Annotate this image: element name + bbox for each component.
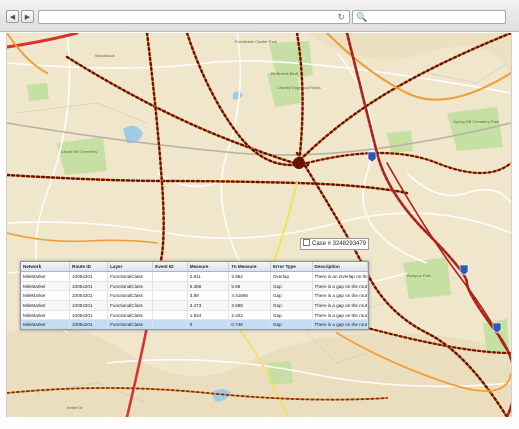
table-cell: 2.911: [187, 271, 230, 282]
water-body: [233, 91, 243, 100]
table-cell: FunctionalClass: [107, 281, 154, 292]
table-row[interactable]: MileMarker 10054201 FunctionalClass 3.473 3.…: [21, 300, 368, 311]
table-cell: MileMarker: [21, 300, 70, 311]
table-cell: Gap: [270, 290, 313, 302]
table-cell: 3.473: [187, 300, 230, 311]
address-bar[interactable]: ↻: [38, 10, 350, 24]
park-area: [387, 131, 413, 153]
table-cell: FunctionalClass: [107, 310, 154, 321]
search-icon: 🔍: [356, 12, 368, 22]
table-cell: [152, 300, 188, 311]
map-label: Bluffcreek Bluff: [271, 71, 298, 76]
table-cell: FunctionalClass: [107, 271, 154, 282]
table-cell: MileMarker: [21, 281, 70, 292]
table-cell: Gap: [270, 281, 313, 292]
column-header[interactable]: To Measure: [228, 262, 271, 272]
table-cell: 5.388: [187, 281, 230, 292]
table-cell: 10054201: [69, 319, 109, 329]
map-label: Forestdale Cluster Park: [235, 39, 278, 44]
table-row[interactable]: MileMarker 10054201 FunctionalClass 0 0.746 G…: [21, 319, 368, 329]
errors-table-panel: Network Route ID Layer Event ID Measure …: [20, 261, 369, 330]
table-cell: MileMarker: [21, 310, 70, 321]
column-header[interactable]: Error Type: [270, 262, 313, 272]
table-cell: [152, 310, 188, 321]
table-cell: 3.688: [228, 300, 271, 311]
table-cell: There is a gap on the route fo: [312, 310, 368, 321]
park-area: [57, 137, 107, 175]
table-cell: Gap: [270, 300, 313, 311]
table-cell: 10054201: [69, 300, 109, 311]
table-cell: There is an Overlap on the rou: [312, 271, 368, 282]
search-input[interactable]: 🔍: [352, 10, 506, 24]
table-row[interactable]: MileMarker 10054201 FunctionalClass 3.89 4.4…: [21, 290, 368, 302]
forward-button[interactable]: ▶: [21, 10, 34, 23]
table-row[interactable]: MileMarker 10054201 FunctionalClass 1.934 2.…: [21, 310, 368, 321]
table-cell: There is a gap on the route fo: [312, 300, 368, 311]
table-row[interactable]: MileMarker 10054201 FunctionalClass 5.388 5.…: [21, 281, 368, 292]
case-callout[interactable]: Case # 3248293479: [300, 238, 370, 250]
map-canvas[interactable]: [7, 33, 511, 417]
case-callout-text: Case # 3248293479: [312, 241, 367, 247]
route-junction: [293, 157, 305, 169]
table-cell: [152, 271, 188, 282]
column-header[interactable]: Event ID: [152, 262, 188, 272]
map-view[interactable]: Forestdale Cluster Park Bluffcreek Bluff…: [6, 33, 512, 417]
table-cell: 10054201: [69, 271, 109, 282]
errors-table: Network Route ID Layer Event ID Measure …: [21, 262, 368, 329]
table-cell: 2.422: [228, 310, 271, 321]
browser-window: ◀ ▶ ↻ 🔍 Forestdale Cluster Park Bluffcre…: [0, 0, 519, 429]
column-header[interactable]: Layer: [107, 262, 154, 272]
column-header[interactable]: Measure: [187, 262, 230, 272]
back-button[interactable]: ◀: [6, 10, 19, 23]
map-label: Woodstock: [95, 53, 115, 58]
table-cell: There is a gap on the route fo: [312, 319, 368, 329]
table-cell: [152, 319, 188, 329]
table-cell: 0.746: [228, 319, 271, 329]
map-label: Cheney Dogwood Fields: [277, 85, 321, 90]
table-cell: 4.41666: [228, 290, 271, 302]
table-cell: 10054201: [69, 310, 109, 321]
map-label: Bumpus Park: [407, 273, 432, 278]
table-cell: [152, 290, 188, 302]
column-header[interactable]: Description: [312, 262, 368, 272]
map-label: Spring Hill Cemetery Park: [453, 119, 500, 124]
column-header[interactable]: Network: [21, 262, 70, 272]
interstate-shield-icon: [459, 264, 469, 276]
table-cell: 5.66: [228, 281, 271, 292]
table-cell: 3.89: [187, 290, 230, 302]
table-cell: 10054201: [69, 290, 109, 302]
table-cell: Gap: [270, 310, 313, 321]
park-area: [27, 83, 49, 101]
park-area: [447, 107, 503, 151]
table-cell: 2.954: [228, 271, 271, 282]
table-cell: 10054201: [69, 281, 109, 292]
table-cell: Gap: [270, 319, 313, 329]
map-label: Keller Dr: [67, 405, 83, 410]
table-cell: MileMarker: [21, 271, 70, 282]
table-header-row: Network Route ID Layer Event ID Measure …: [21, 262, 368, 272]
browser-toolbar: ◀ ▶ ↻ 🔍: [0, 0, 519, 32]
table-row[interactable]: MileMarker 10054201 FunctionalClass 2.911 2.…: [21, 271, 368, 282]
table-cell: MileMarker: [21, 319, 70, 329]
table-cell: FunctionalClass: [107, 319, 154, 329]
table-cell: 0: [187, 319, 230, 329]
reload-icon[interactable]: ↻: [337, 11, 345, 23]
column-header[interactable]: Route ID: [69, 262, 109, 272]
checkbox-icon[interactable]: [303, 239, 310, 246]
table-cell: 1.934: [187, 310, 230, 321]
table-cell: FunctionalClass: [107, 300, 154, 311]
table-cell: FunctionalClass: [107, 290, 154, 302]
map-label: Laurel Hill Cemetery: [61, 149, 98, 154]
interstate-shield-icon: [367, 151, 377, 163]
table-cell: MileMarker: [21, 290, 70, 302]
table-cell: There is a gap on the route fo: [312, 281, 368, 292]
park-area: [403, 257, 451, 299]
table-cell: Overlap: [270, 271, 313, 282]
table-cell: There is a gap on the route fo: [312, 290, 368, 302]
table-cell: [152, 281, 188, 292]
